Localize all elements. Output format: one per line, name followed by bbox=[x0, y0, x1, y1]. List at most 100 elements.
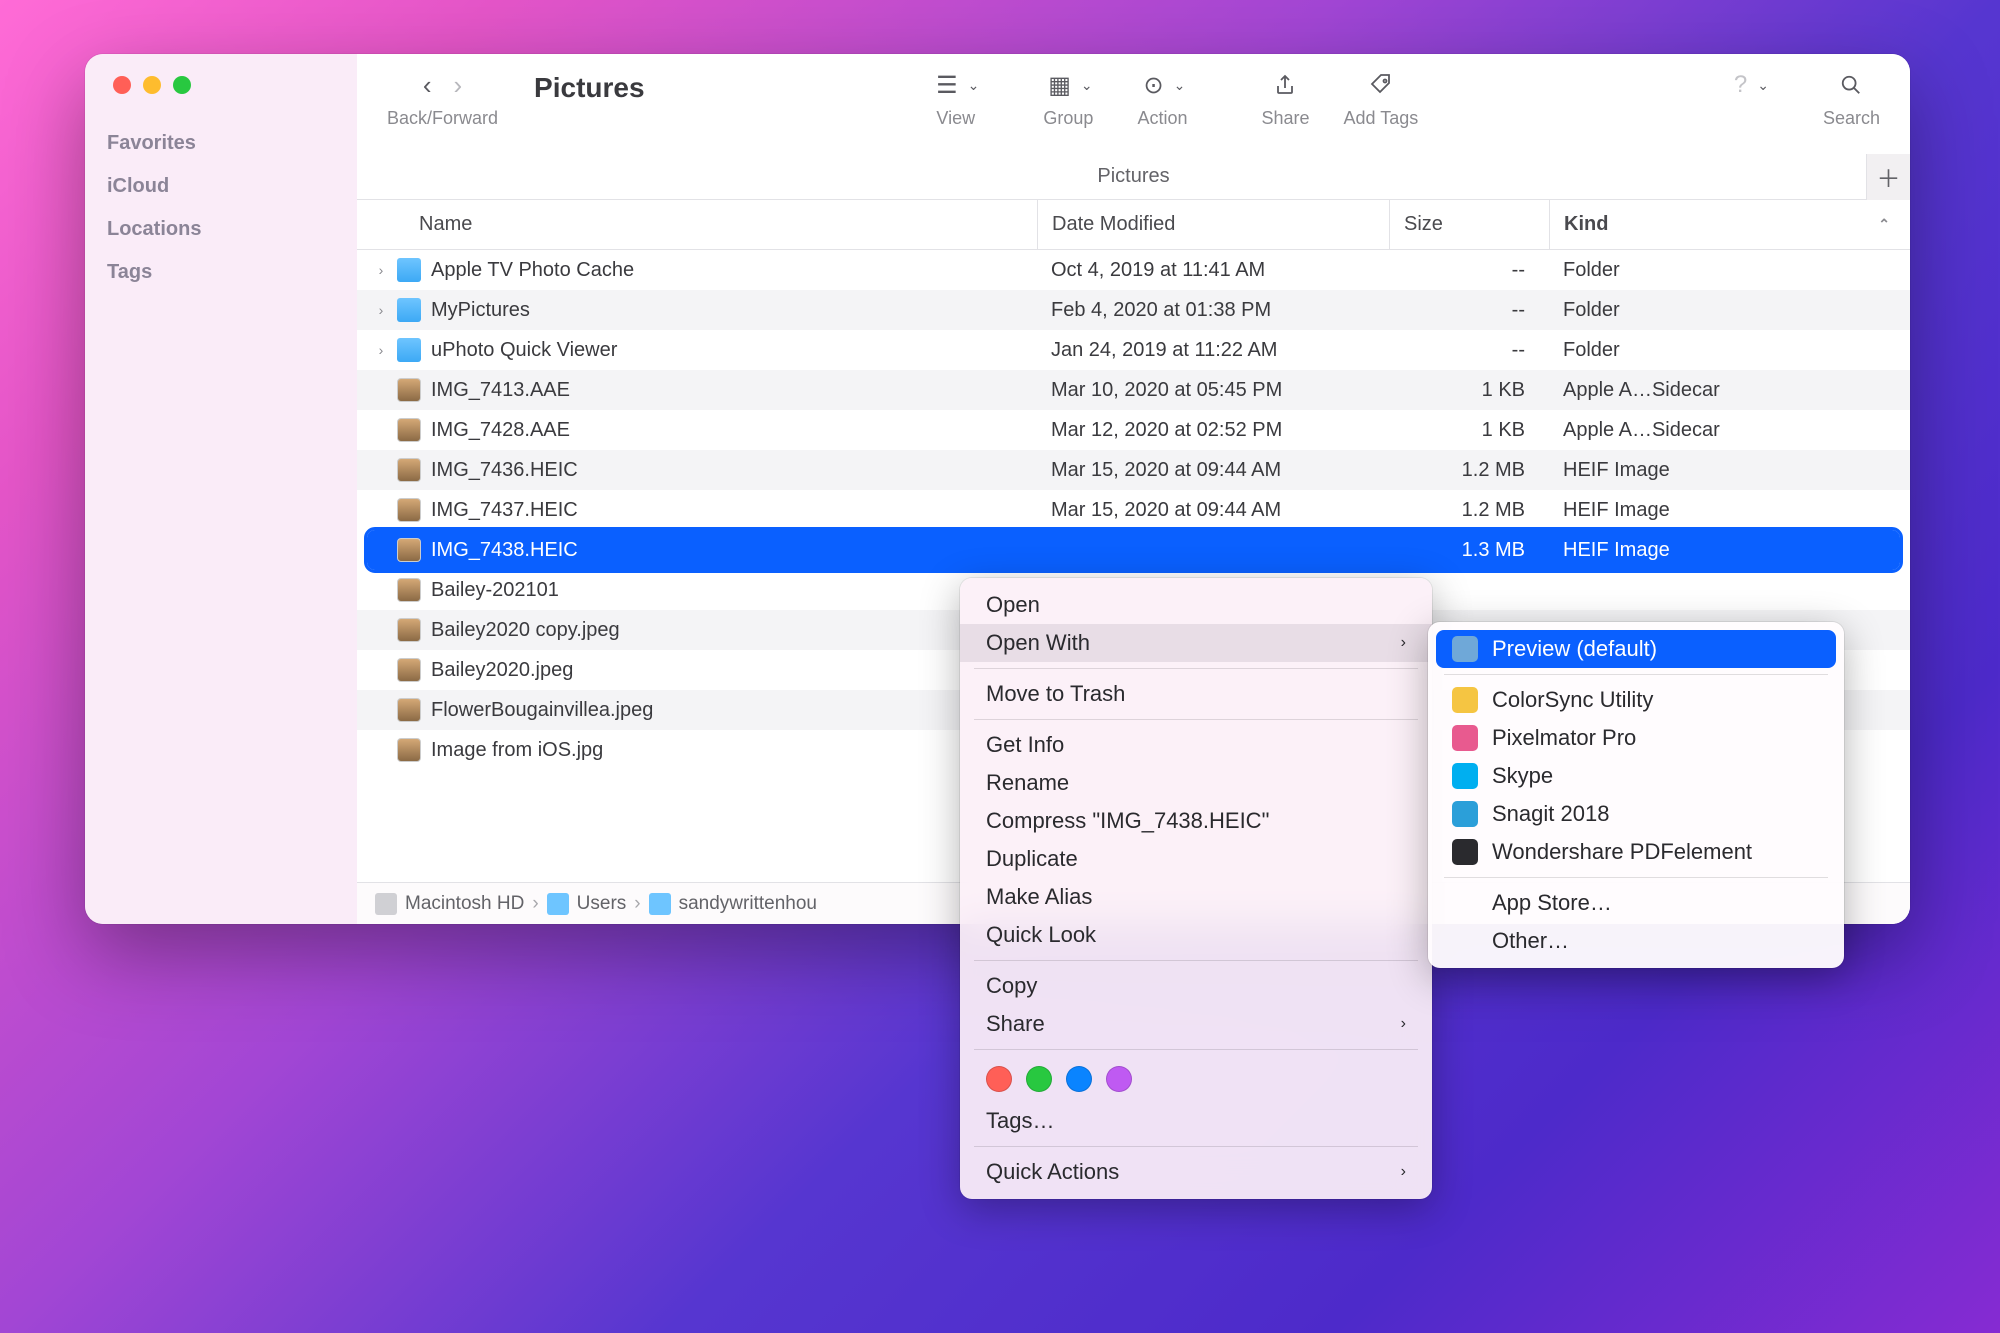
submenu-item[interactable]: ColorSync Utility bbox=[1436, 681, 1836, 719]
view-group[interactable]: ☰ ⌄ View bbox=[932, 66, 979, 129]
add-tab-button[interactable]: ＋ bbox=[1866, 154, 1910, 200]
menu-item[interactable]: Tags… bbox=[960, 1102, 1432, 1140]
open-with-submenu[interactable]: Preview (default) ColorSync UtilityPixelm… bbox=[1428, 622, 1844, 968]
menu-item-label: Open With bbox=[986, 630, 1090, 656]
submenu-item-label: Skype bbox=[1492, 763, 1553, 789]
column-name[interactable]: Name bbox=[357, 213, 1037, 236]
disclosure-triangle-icon[interactable]: › bbox=[375, 262, 387, 278]
app-icon bbox=[1452, 801, 1478, 827]
chevron-down-icon: ⌄ bbox=[1081, 77, 1093, 94]
disclosure-triangle-icon[interactable]: › bbox=[375, 342, 387, 358]
back-button[interactable]: ‹ bbox=[423, 70, 432, 101]
menu-item[interactable]: Get Info bbox=[960, 726, 1432, 764]
forward-button[interactable]: › bbox=[454, 70, 463, 101]
thumbnail-icon bbox=[397, 578, 421, 602]
menu-item[interactable]: Quick Actions› bbox=[960, 1153, 1432, 1191]
file-row[interactable]: IMG_7428.AAEMar 12, 2020 at 02:52 PM1 KB… bbox=[357, 410, 1910, 450]
file-kind: Folder bbox=[1549, 259, 1910, 282]
menu-item[interactable]: Duplicate bbox=[960, 840, 1432, 878]
menu-item[interactable]: Copy bbox=[960, 967, 1432, 1005]
group-group[interactable]: ▦ ⌄ Group bbox=[1043, 66, 1093, 129]
file-name: IMG_7436.HEIC bbox=[431, 459, 578, 482]
submenu-item[interactable]: App Store… bbox=[1436, 884, 1836, 922]
column-size[interactable]: Size bbox=[1389, 200, 1549, 249]
menu-item[interactable]: Open bbox=[960, 586, 1432, 624]
path-segment[interactable]: Macintosh HD bbox=[405, 893, 524, 915]
path-segment[interactable]: Users bbox=[577, 893, 627, 915]
window-title: Pictures bbox=[534, 66, 908, 104]
column-kind[interactable]: Kind ⌃ bbox=[1549, 200, 1910, 249]
sidebar-section-tags[interactable]: Tags bbox=[85, 251, 357, 294]
submenu-item[interactable]: Wondershare PDFelement bbox=[1436, 833, 1836, 871]
list-view-icon: ☰ bbox=[932, 71, 962, 100]
menu-item[interactable]: Compress "IMG_7438.HEIC" bbox=[960, 802, 1432, 840]
fullscreen-window-button[interactable] bbox=[173, 76, 191, 94]
submenu-item[interactable]: Other… bbox=[1436, 922, 1836, 960]
tag-icon bbox=[1365, 73, 1397, 97]
file-size: -- bbox=[1389, 339, 1549, 362]
share-group[interactable]: Share bbox=[1261, 66, 1309, 129]
file-row[interactable]: IMG_7437.HEICMar 15, 2020 at 09:44 AM1.2… bbox=[357, 490, 1910, 530]
file-name: Bailey2020.jpeg bbox=[431, 659, 573, 682]
file-row[interactable]: IMG_7438.HEIC1.3 MBHEIF Image bbox=[367, 530, 1900, 570]
sidebar-section-favorites[interactable]: Favorites bbox=[85, 122, 357, 165]
file-kind: Folder bbox=[1549, 299, 1910, 322]
file-date: Mar 12, 2020 at 02:52 PM bbox=[1037, 419, 1389, 442]
tag-color-dot[interactable] bbox=[1106, 1066, 1132, 1092]
traffic-lights bbox=[85, 68, 357, 122]
file-kind: HEIF Image bbox=[1549, 539, 1900, 562]
file-kind: HEIF Image bbox=[1549, 499, 1910, 522]
search-group[interactable]: Search bbox=[1823, 66, 1880, 129]
menu-item[interactable]: Open With› bbox=[960, 624, 1432, 662]
file-kind: Apple A…Sidecar bbox=[1549, 419, 1910, 442]
close-window-button[interactable] bbox=[113, 76, 131, 94]
submenu-item-label: App Store… bbox=[1492, 890, 1612, 916]
location-title: Pictures bbox=[1097, 165, 1169, 188]
menu-separator bbox=[974, 719, 1418, 720]
submenu-item[interactable]: Skype bbox=[1436, 757, 1836, 795]
file-row[interactable]: IMG_7413.AAEMar 10, 2020 at 05:45 PM1 KB… bbox=[357, 370, 1910, 410]
file-row[interactable]: ›uPhoto Quick ViewerJan 24, 2019 at 11:2… bbox=[357, 330, 1910, 370]
path-segment[interactable]: sandywrittenhou bbox=[679, 893, 817, 915]
file-row[interactable]: ›Apple TV Photo CacheOct 4, 2019 at 11:4… bbox=[357, 250, 1910, 290]
tag-color-dot[interactable] bbox=[1066, 1066, 1092, 1092]
menu-item[interactable]: Rename bbox=[960, 764, 1432, 802]
file-row[interactable]: IMG_7436.HEICMar 15, 2020 at 09:44 AM1.2… bbox=[357, 450, 1910, 490]
submenu-item-label: Wondershare PDFelement bbox=[1492, 839, 1752, 865]
minimize-window-button[interactable] bbox=[143, 76, 161, 94]
file-name: uPhoto Quick Viewer bbox=[431, 339, 617, 362]
file-name: Bailey-202101 bbox=[431, 579, 559, 602]
chevron-down-icon: ⌄ bbox=[1757, 77, 1769, 94]
app-icon bbox=[1452, 636, 1478, 662]
help-group[interactable]: ? ⌄ bbox=[1730, 66, 1769, 129]
thumbnail-icon bbox=[397, 538, 421, 562]
sidebar-section-icloud[interactable]: iCloud bbox=[85, 165, 357, 208]
tag-color-dot[interactable] bbox=[986, 1066, 1012, 1092]
submenu-item[interactable]: Preview (default) bbox=[1436, 630, 1836, 668]
action-group[interactable]: ⊙ ⌄ Action bbox=[1137, 66, 1187, 129]
file-row[interactable]: ›MyPicturesFeb 4, 2020 at 01:38 PM--Fold… bbox=[357, 290, 1910, 330]
file-kind: Apple A…Sidecar bbox=[1549, 379, 1910, 402]
file-size: -- bbox=[1389, 299, 1549, 322]
sidebar-section-locations[interactable]: Locations bbox=[85, 208, 357, 251]
thumbnail-icon bbox=[397, 498, 421, 522]
chevron-updown-icon: ⌄ bbox=[968, 77, 980, 94]
disclosure-triangle-icon[interactable]: › bbox=[375, 302, 387, 318]
column-date[interactable]: Date Modified bbox=[1037, 200, 1389, 249]
file-name: IMG_7413.AAE bbox=[431, 379, 570, 402]
file-date: Oct 4, 2019 at 11:41 AM bbox=[1037, 259, 1389, 282]
menu-separator bbox=[974, 668, 1418, 669]
menu-item[interactable]: Move to Trash bbox=[960, 675, 1432, 713]
submenu-item[interactable]: Pixelmator Pro bbox=[1436, 719, 1836, 757]
app-icon bbox=[1452, 839, 1478, 865]
tag-color-dot[interactable] bbox=[1026, 1066, 1052, 1092]
add-tags-group[interactable]: Add Tags bbox=[1344, 66, 1419, 129]
folder-icon bbox=[649, 893, 671, 915]
submenu-item[interactable]: Snagit 2018 bbox=[1436, 795, 1836, 833]
context-menu[interactable]: OpenOpen With› Move to Trash Get InfoRenam… bbox=[960, 578, 1432, 1199]
help-icon: ? bbox=[1730, 71, 1751, 99]
menu-item[interactable]: Make Alias bbox=[960, 878, 1432, 916]
action-label: Action bbox=[1137, 108, 1187, 129]
menu-item[interactable]: Quick Look bbox=[960, 916, 1432, 954]
menu-item[interactable]: Share› bbox=[960, 1005, 1432, 1043]
